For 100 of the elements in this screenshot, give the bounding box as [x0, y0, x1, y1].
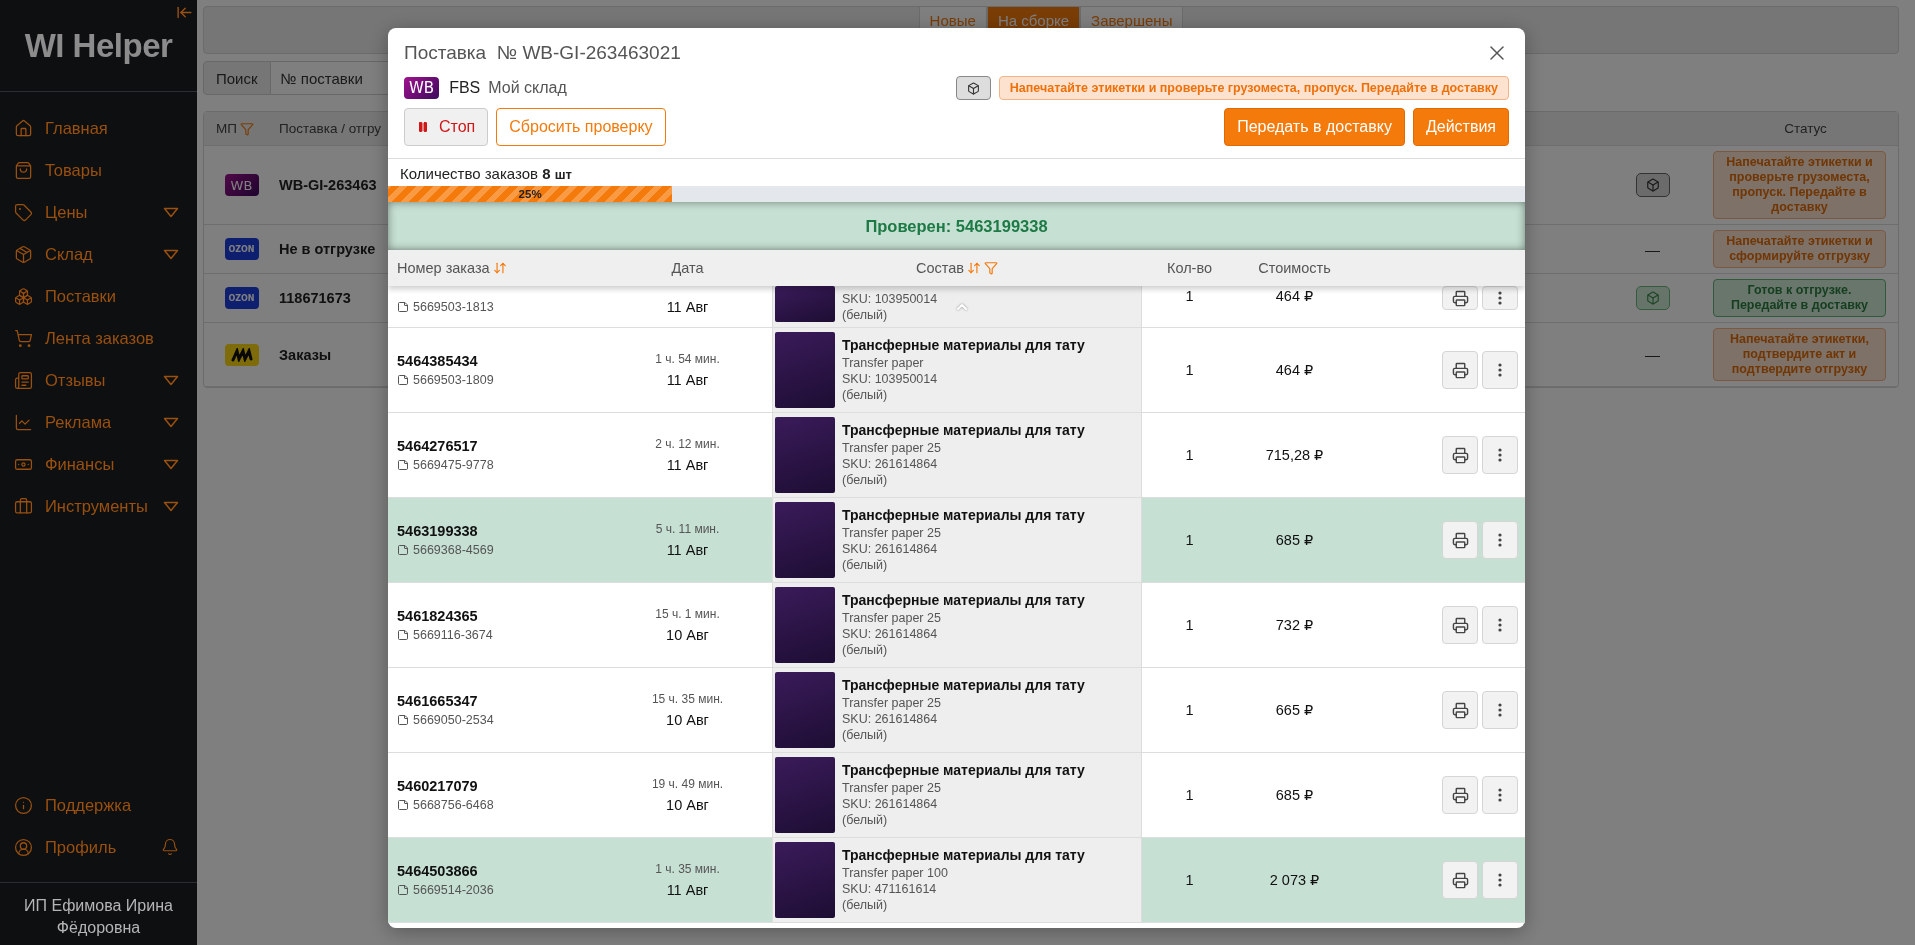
sidebar-item[interactable]: Поставки [0, 275, 197, 317]
print-button[interactable] [1442, 861, 1478, 899]
order-row[interactable]: 5464503866 5669514-2036 1 ч. 35 мин. 11 Авг Трансферные материалы для тату Transfer paper 100 SKU: 471161614 (белый) 1 2 073 ₽ [388, 838, 1525, 923]
box-icon [966, 81, 980, 95]
product-detail: SKU: 261614864 [842, 541, 939, 557]
printer-icon [1451, 446, 1469, 464]
sidebar-item[interactable]: Товары [0, 149, 197, 191]
sidebar-item[interactable]: Финансы [0, 443, 197, 485]
app-logo: WI Helper [24, 27, 173, 65]
column-header: Кол-во [1166, 260, 1213, 276]
column-header: Статус [1784, 121, 1827, 136]
product-detail: Transfer paper 100 [842, 865, 949, 881]
more-icon [1498, 291, 1502, 305]
action-button[interactable]: Передать в доставку [1224, 108, 1405, 146]
order-date: 10 Авг [666, 797, 709, 813]
reset-button[interactable]: Сбросить проверку [496, 108, 666, 146]
status-badge: Готов к отгрузке. Передайте в доставку [1713, 279, 1886, 317]
sidebar-item[interactable]: Цены [0, 191, 197, 233]
product-detail: (белый) [842, 727, 889, 743]
order-age: 15 ч. 1 мин. [655, 607, 720, 621]
printer-icon [1451, 616, 1469, 634]
order-date: 11 Авг [666, 457, 709, 473]
quantity: 1 [1184, 871, 1195, 890]
order-date: 10 Авг [666, 712, 709, 728]
sidebar-item[interactable]: Лента заказов [0, 317, 197, 359]
search-label[interactable]: Поиск [203, 61, 271, 95]
progress-fill: 25% [388, 186, 673, 202]
product-detail: (белый) [842, 557, 889, 573]
print-button[interactable] [1442, 776, 1478, 814]
filter-icon[interactable] [984, 261, 998, 275]
shipment-name[interactable]: WB-GI-263463 [279, 177, 377, 193]
bell-icon[interactable] [161, 838, 179, 856]
printer-icon [1451, 361, 1469, 379]
shipment-name[interactable]: 118671673 [279, 290, 351, 306]
order-age: 1 ч. 35 мин. [655, 862, 720, 876]
box-icon [1645, 178, 1660, 192]
note-icon [397, 374, 409, 386]
product-detail: (белый) [842, 897, 889, 913]
order-id: 5669050-2534 [413, 713, 494, 727]
more-icon [1498, 363, 1502, 377]
order-date: 11 Авг [666, 372, 709, 388]
triangle-down-icon [163, 248, 179, 260]
case-icon [14, 496, 33, 516]
price: 715,28 ₽ [1264, 446, 1325, 465]
print-button[interactable] [1442, 286, 1478, 310]
quantity: 1 [1184, 616, 1195, 635]
column-header: Состав [916, 260, 964, 276]
order-number: 5464503866 [397, 863, 479, 879]
sidebar-item[interactable]: Отзывы [0, 359, 197, 401]
shipment-name[interactable]: Заказы [279, 346, 332, 363]
marketplace-logo: WB [224, 174, 259, 196]
sidebar-item[interactable]: Главная [0, 107, 197, 149]
triangle-down-icon [163, 374, 179, 386]
product-photo [775, 286, 835, 322]
sidebar-item[interactable]: Склад [0, 233, 197, 275]
box-button[interactable] [955, 76, 991, 100]
sort-icon[interactable] [492, 261, 507, 275]
sidebar-item[interactable]: Поддержка [0, 784, 197, 826]
box-button[interactable] [1635, 173, 1670, 197]
triangle-down-icon [163, 206, 179, 218]
action-button[interactable]: Действия [1412, 108, 1509, 146]
product-detail: (белый) [842, 387, 889, 403]
sidebar-item[interactable]: Инструменты [0, 485, 197, 527]
scheme-label: FBS [449, 79, 481, 97]
cart-icon [14, 328, 33, 348]
order-number: 5461665347 [397, 693, 479, 709]
order-row[interactable]: 5461665347 5669050-2534 15 ч. 35 мин. 10 Авг Трансферные материалы для тату Transfer paper 25 SKU: 261614864 (белый) 1 665 ₽ [388, 668, 1525, 753]
order-row[interactable]: 5464276517 5669475-9778 2 ч. 12 мин. 11 Авг Трансферные материалы для тату Transfer paper 25 SKU: 261614864 (белый) 1 715,28 ₽ [388, 413, 1525, 498]
note-icon [397, 544, 409, 556]
sidebar-item[interactable]: Профиль [0, 826, 197, 868]
stop-button[interactable]: Стоп [404, 108, 489, 146]
note-icon [397, 884, 409, 896]
info-icon [14, 795, 33, 815]
print-button[interactable] [1442, 606, 1478, 644]
product-title: Трансферные материалы для тату [842, 677, 1085, 693]
print-button[interactable] [1442, 351, 1478, 389]
price: 464 ₽ [1274, 361, 1315, 380]
print-button[interactable] [1442, 436, 1478, 474]
order-row[interactable]: 5463199338 5669368-4569 5 ч. 11 мин. 11 Авг Трансферные материалы для тату Transfer paper 25 SKU: 261614864 (белый) 1 685 ₽ [388, 498, 1525, 583]
order-id: 5669475-9778 [413, 458, 494, 472]
more-icon [1498, 533, 1502, 547]
filter-icon[interactable] [239, 121, 254, 136]
sort-icon[interactable] [967, 261, 981, 275]
quantity: 1 [1184, 701, 1195, 720]
order-age: 19 ч. 49 мин. [651, 777, 724, 791]
order-row[interactable]: 5464385434 5669503-1809 1 ч. 54 мин. 11 Авг Трансферные материалы для тату Transfer paper SKU: 103950014 (белый) 1 464 ₽ [388, 328, 1525, 413]
order-age: 15 ч. 35 мин. [651, 692, 724, 706]
print-button[interactable] [1442, 521, 1478, 559]
column-header: Стоимость [1258, 260, 1331, 276]
note-icon [397, 459, 409, 471]
product-detail: SKU: 103950014 [842, 291, 938, 307]
price: 685 ₽ [1274, 786, 1315, 805]
order-row[interactable]: 5669503-1813 11 Авг SKU: 103950014 (белый) 1 464 ₽ [388, 286, 1525, 328]
order-row[interactable]: 5460217079 5668756-6468 19 ч. 49 мин. 10 Авг Трансферные материалы для тату Transfer paper 25 SKU: 261614864 (белый) 1 685 ₽ [388, 753, 1525, 838]
sidebar-item[interactable]: Реклама [0, 401, 197, 443]
price: 665 ₽ [1274, 701, 1315, 720]
quantity: 1 [1184, 287, 1195, 306]
print-button[interactable] [1442, 691, 1478, 729]
shipment-name[interactable]: Не в отгрузке [279, 241, 376, 257]
order-row[interactable]: 5461824365 5669116-3674 15 ч. 1 мин. 10 Авг Трансферные материалы для тату Transfer paper 25 SKU: 261614864 (белый) 1 732 ₽ [388, 583, 1525, 668]
